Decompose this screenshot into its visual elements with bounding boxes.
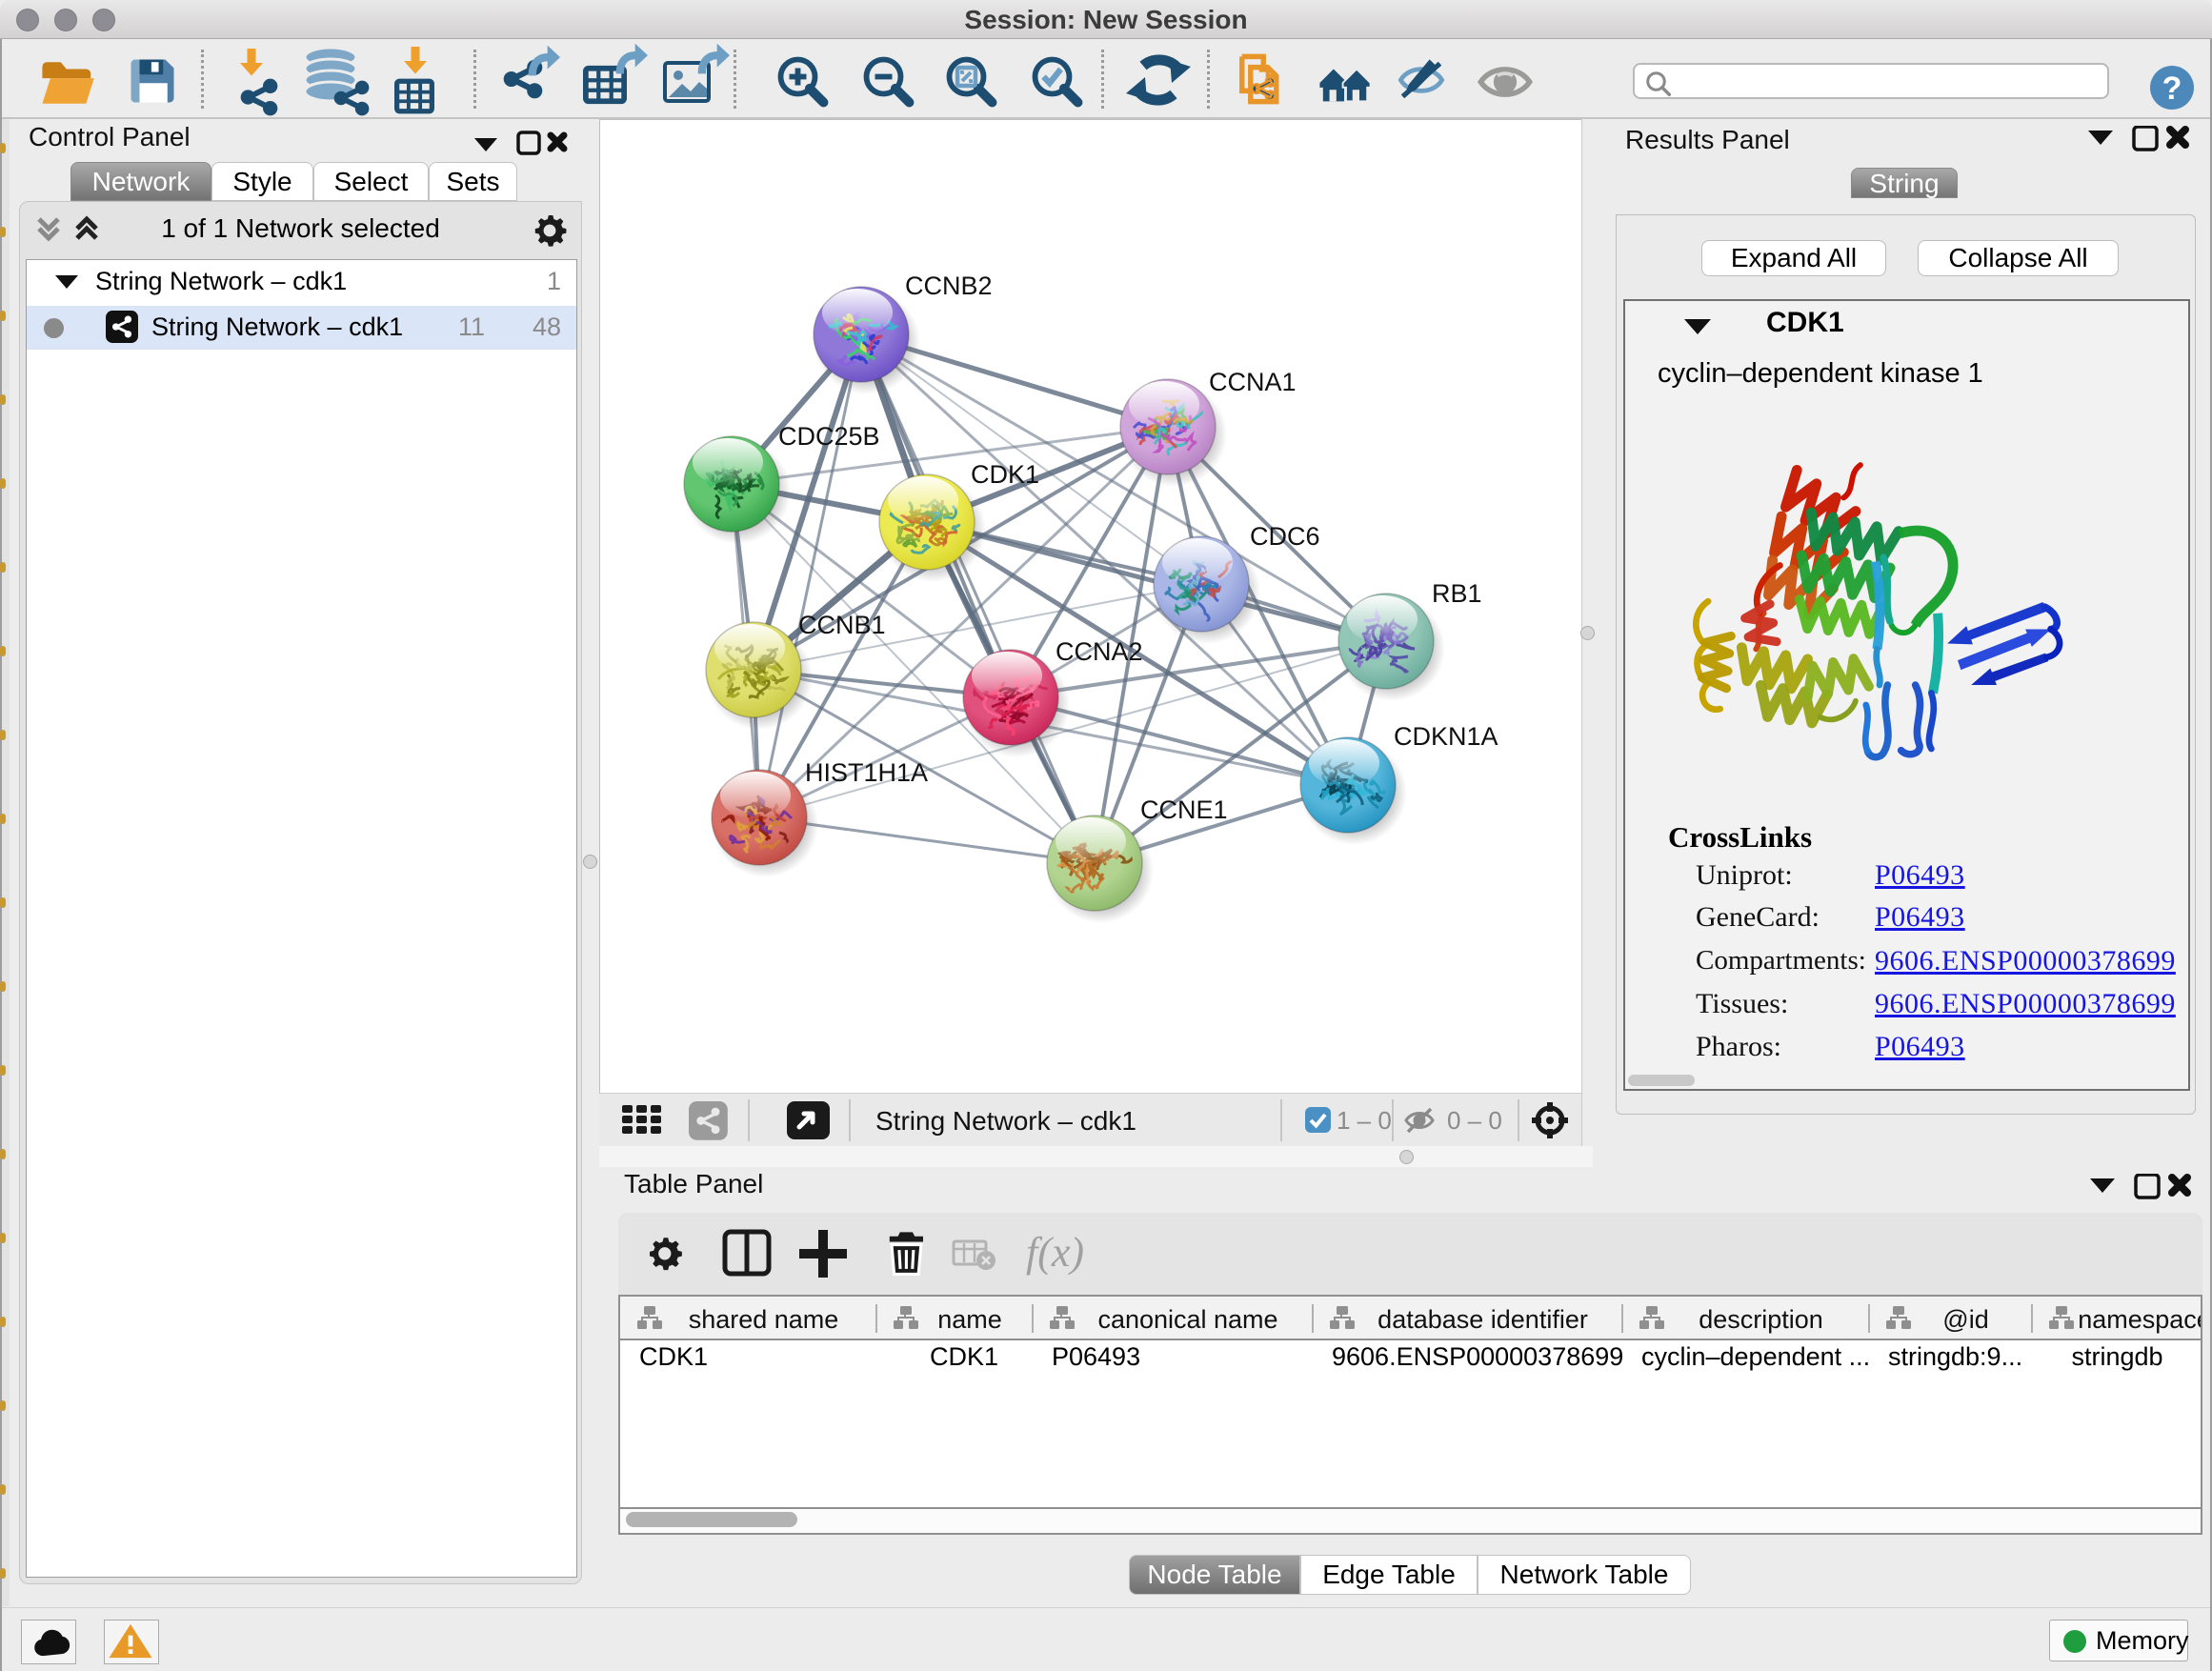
svg-text:CDK1: CDK1: [971, 460, 1039, 489]
svg-text:CCNE1: CCNE1: [1140, 795, 1228, 824]
svg-text:namespace: namespace: [2078, 1305, 2201, 1334]
svg-text:shared name: shared name: [689, 1305, 839, 1334]
svg-text:CDC25B: CDC25B: [778, 422, 880, 451]
svg-text:CDKN1A: CDKN1A: [1394, 722, 1498, 751]
svg-text:String Network – cdk1: String Network – cdk1: [875, 1106, 1136, 1136]
svg-text:1 – 0: 1 – 0: [1337, 1106, 1392, 1135]
svg-text:RB1: RB1: [1432, 579, 1482, 608]
svg-text:f(x): f(x): [1026, 1229, 1084, 1276]
svg-text:CCNB2: CCNB2: [905, 272, 993, 300]
svg-text:name: name: [937, 1305, 1002, 1334]
svg-text:database identifier: database identifier: [1377, 1305, 1588, 1334]
svg-text:@id: @id: [1942, 1305, 1988, 1334]
svg-text:description: description: [1699, 1305, 1823, 1334]
svg-text:CCNA2: CCNA2: [1056, 637, 1143, 666]
svg-text:CDC6: CDC6: [1250, 522, 1320, 551]
svg-text:CCNB1: CCNB1: [798, 611, 886, 639]
svg-text:HIST1H1A: HIST1H1A: [805, 758, 928, 787]
svg-text:canonical name: canonical name: [1097, 1305, 1277, 1334]
svg-text:CCNA1: CCNA1: [1209, 368, 1297, 396]
svg-text:0 – 0: 0 – 0: [1447, 1106, 1502, 1135]
